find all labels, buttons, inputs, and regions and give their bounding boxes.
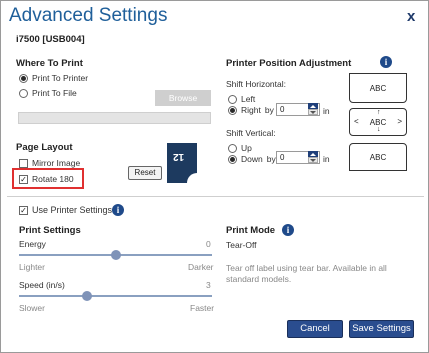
printer-model: i7500 [USB004] (16, 34, 85, 45)
print-to-printer-label: Print To Printer (32, 73, 89, 83)
position-preview-middle: < ↑ ABC ↓ > (349, 108, 407, 136)
speed-value: 3 (206, 280, 211, 290)
browse-button[interactable]: Browse (155, 90, 211, 106)
mirror-image-checkbox[interactable]: Mirror Image (19, 158, 80, 168)
position-preview-top: ABC (349, 73, 407, 103)
radio-selected-icon (19, 73, 28, 83)
page-layout-heading: Page Layout (16, 142, 73, 153)
where-to-print-heading: Where To Print (16, 58, 83, 69)
checkmark-icon: ✓ (19, 205, 28, 215)
shift-up-radio[interactable]: Up (228, 143, 252, 153)
dialog-title: Advanced Settings (9, 5, 168, 26)
preview-text: 12 (173, 151, 185, 162)
down-label: Down (241, 154, 263, 164)
radio-selected-icon (228, 105, 237, 115)
position-heading: Printer Position Adjustment (226, 58, 352, 69)
print-mode-heading: Print Mode (226, 225, 276, 236)
arrow-up-icon: ↑ (377, 109, 381, 116)
cancel-button[interactable]: Cancel (287, 320, 343, 338)
shift-down-radio[interactable]: Down by (228, 154, 276, 164)
file-path-input[interactable] (18, 112, 211, 124)
close-icon[interactable]: x (407, 8, 415, 25)
energy-min-label: Lighter (19, 262, 45, 272)
energy-label: Energy (19, 239, 46, 249)
up-label: Up (241, 143, 252, 153)
arrow-down-icon: ↓ (377, 126, 381, 133)
reset-button[interactable]: Reset (128, 166, 162, 180)
speed-max-label: Faster (190, 303, 215, 313)
radio-unselected-icon (228, 94, 237, 104)
print-to-file-radio[interactable]: Print To File (19, 88, 77, 98)
preview-abc-bottom: ABC (369, 152, 387, 162)
arrow-right-icon: > (397, 117, 402, 126)
right-label: Right (241, 105, 261, 115)
shift-vertical-label: Shift Vertical: (226, 128, 276, 138)
energy-max-label: Darker (188, 262, 214, 272)
print-to-printer-radio[interactable]: Print To Printer (19, 73, 88, 83)
by-label: by (266, 154, 276, 164)
rotate-highlight-box (12, 168, 84, 189)
energy-slider-thumb[interactable] (110, 250, 121, 260)
use-printer-settings-label: Use Printer Settings (32, 205, 113, 215)
save-settings-button[interactable]: Save Settings (349, 320, 414, 338)
shift-left-radio[interactable]: Left (228, 94, 255, 104)
speed-slider-track[interactable] (19, 295, 212, 297)
speed-min-label: Slower (19, 303, 45, 313)
stepper-down-icon[interactable] (308, 109, 318, 115)
shift-vertical-stepper[interactable] (308, 151, 318, 163)
print-to-file-label: Print To File (32, 88, 77, 98)
shift-horizontal-label: Shift Horizontal: (226, 79, 286, 89)
radio-unselected-icon (19, 88, 28, 98)
radio-selected-icon (228, 154, 237, 164)
vertical-unit-label: in (323, 154, 330, 164)
print-settings-heading: Print Settings (19, 225, 81, 236)
label-preview: 12 (167, 143, 197, 183)
radio-unselected-icon (228, 143, 237, 153)
arrow-left-icon: < (354, 117, 359, 126)
print-mode-value: Tear-Off (226, 240, 257, 250)
shift-right-radio[interactable]: Right by (228, 105, 274, 115)
speed-label: Speed (in/s) (19, 280, 65, 290)
position-preview-bottom: ABC (349, 143, 407, 171)
stepper-down-icon[interactable] (308, 157, 318, 163)
position-info-icon[interactable]: i (380, 56, 392, 68)
mirror-image-label: Mirror Image (32, 158, 81, 168)
preview-corner (187, 173, 197, 183)
by-label: by (264, 105, 274, 115)
checkbox-unchecked-icon (19, 158, 28, 168)
horizontal-unit-label: in (323, 106, 330, 116)
printer-settings-info-icon[interactable]: i (112, 204, 124, 216)
advanced-settings-dialog: Advanced Settings x i7500 [USB004] Where… (0, 0, 429, 353)
shift-horizontal-stepper[interactable] (308, 103, 318, 115)
print-mode-description: Tear off label using tear bar. Available… (226, 263, 387, 284)
section-divider (7, 196, 424, 197)
energy-value: 0 (206, 239, 211, 249)
preview-abc-top: ABC (369, 83, 387, 93)
use-printer-settings-checkbox[interactable]: ✓ Use Printer Settings (19, 205, 112, 215)
print-mode-info-icon[interactable]: i (282, 224, 294, 236)
left-label: Left (241, 94, 256, 104)
speed-slider-thumb[interactable] (81, 291, 92, 301)
